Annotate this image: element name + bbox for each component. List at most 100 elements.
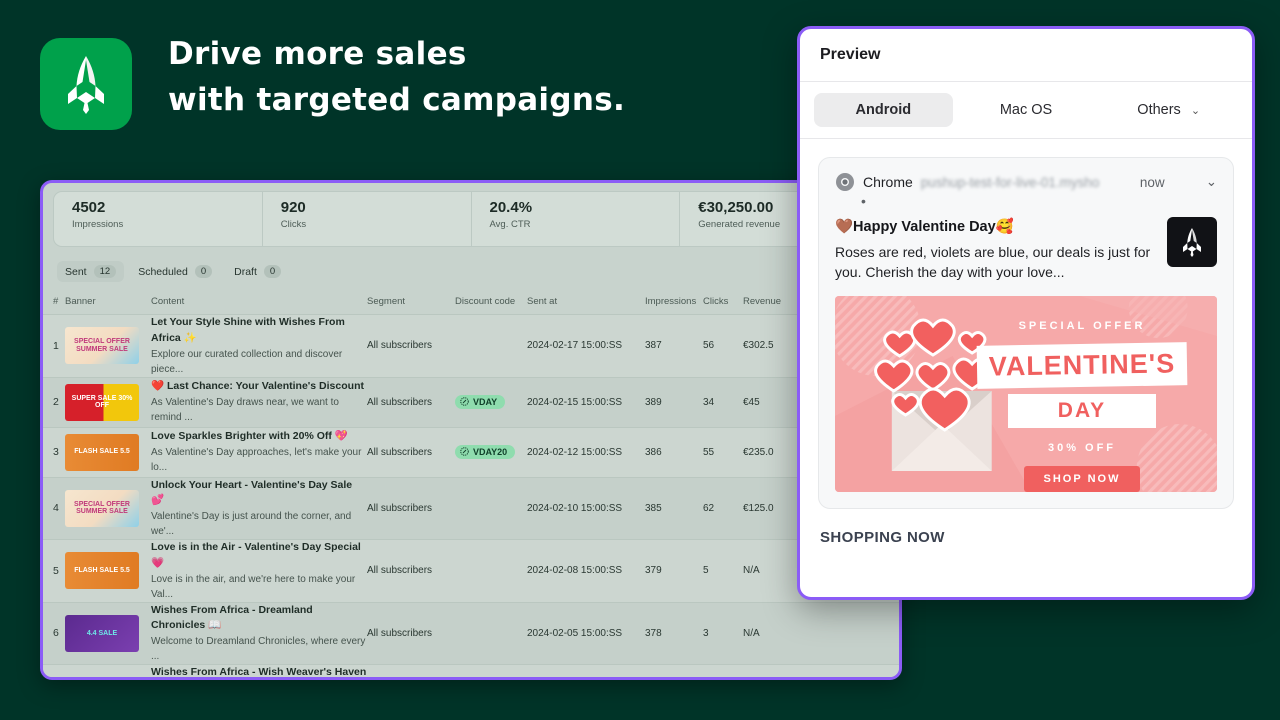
clicks-cell: 56 — [703, 314, 743, 378]
segment-cell: All subscribers — [367, 314, 455, 378]
stat-value: 920 — [280, 199, 306, 216]
chevron-down-icon[interactable]: ⌄ — [1206, 174, 1217, 190]
campaign-subtitle: As Valentine's Day approaches, let's mak… — [151, 446, 362, 473]
discount-cell — [455, 664, 527, 677]
table-row[interactable]: 6 4.4 SALE Wishes From Africa - Dreamland … — [43, 602, 899, 665]
segment-cell: All subscribers — [367, 427, 455, 478]
discount-badge: VDAY20 — [455, 444, 516, 459]
clicks-cell: 7 — [703, 664, 743, 677]
stat-avg-ctr: 20.4% Avg. CTR — [472, 192, 681, 246]
tab-others[interactable]: Others ⌄ — [1099, 93, 1238, 127]
table-row[interactable]: 74.4 SALEWishes From Africa - Wish Weave… — [43, 664, 899, 677]
chevron-down-icon: ⌄ — [1190, 105, 1201, 117]
clicks-cell: 55 — [703, 427, 743, 478]
tab-sent[interactable]: Sent 12 — [57, 261, 125, 282]
stat-clicks: 920 Clicks — [263, 192, 472, 246]
table-row[interactable]: 1 SPECIAL OFFER SUMMER SALE Let Your Style… — [43, 314, 899, 378]
impressions-cell: 386 — [645, 427, 703, 478]
notification-separator-dot: • — [861, 193, 866, 209]
impressions-cell: 385 — [645, 477, 703, 540]
banner-thumbnail: FLASH SALE 5.5 — [65, 552, 139, 590]
banner-thumbnail: SPECIAL OFFER SUMMER SALE — [65, 489, 139, 527]
table-row[interactable]: 5 FLASH SALE 5.5 Love is in the Air - Vale… — [43, 539, 899, 603]
campaign-title: Love Sparkles Brighter with 20% Off 💖 — [151, 430, 348, 443]
impressions-cell: 378 — [645, 602, 703, 665]
segment-cell: All subscribers — [367, 539, 455, 603]
discount-icon — [460, 397, 469, 406]
segment-cell: All subscribers — [367, 377, 455, 428]
campaign-subtitle: Love is in the air, and we're here to ma… — [151, 573, 356, 600]
discount-icon — [460, 447, 469, 456]
col-impressions: Impressions — [645, 290, 703, 315]
banner-day-label: DAY — [1008, 394, 1156, 429]
stat-impressions: 4502 Impressions — [54, 192, 263, 246]
banner-valentines-label: VALENTINE'S — [976, 342, 1188, 390]
tab-label: Scheduled — [138, 265, 188, 278]
notification-url: pushup-test-for-live-01.mysho... — [920, 174, 1099, 190]
revenue-cell: N/A — [743, 602, 803, 665]
stats-bar: 4502 Impressions 920 Clicks 20.4% Avg. C… — [53, 191, 889, 247]
discount-cell — [455, 314, 527, 378]
tab-count: 12 — [93, 265, 117, 278]
col-revenue: Revenue — [743, 290, 803, 315]
banner-thumbnail: FLASH SALE 5.5 — [65, 433, 139, 471]
campaign-title: Love is in the Air - Valentine's Day Spe… — [151, 541, 361, 569]
status-tabs: Sent 12 Scheduled 0 Draft 0 — [43, 247, 899, 282]
campaign-subtitle: Welcome to Dreamland Chronicles, where e… — [151, 636, 366, 662]
revenue-cell: €125.0 — [743, 477, 803, 540]
tab-label: Android — [855, 102, 912, 118]
tab-count: 0 — [263, 265, 282, 278]
impressions-cell: 374 — [645, 664, 703, 677]
banner-text-block: SPECIAL OFFER VALENTINE'S DAY 30% OFF SH… — [976, 320, 1188, 493]
row-index: 1 — [43, 314, 65, 378]
campaign-title: Wishes From Africa - Dreamland Chronicle… — [151, 603, 313, 632]
notification-body: 🤎Happy Valentine Day🥰 Roses are red, vio… — [835, 217, 1217, 282]
notification-header: Chrome pushup-test-for-live-01.mysho... … — [835, 172, 1217, 192]
campaign-banner-image: SPECIAL OFFER VALENTINE'S DAY 30% OFF SH… — [835, 296, 1217, 493]
clicks-cell: 62 — [703, 477, 743, 540]
row-index: 7 — [43, 664, 65, 677]
col-segment: Segment — [367, 290, 455, 315]
discount-code: VDAY20 — [473, 446, 508, 457]
campaign-title: ❤️ Last Chance: Your Valentine's Discoun… — [151, 380, 364, 393]
row-index: 4 — [43, 477, 65, 540]
rocket-icon — [68, 56, 104, 114]
discount-badge: VDAY — [455, 394, 506, 409]
tab-scheduled[interactable]: Scheduled 0 — [130, 261, 220, 282]
clicks-cell: 34 — [703, 377, 743, 428]
col-discount: Discount code — [455, 290, 527, 315]
tab-label: Mac OS — [999, 102, 1053, 118]
dashboard-panel: 4502 Impressions 920 Clicks 20.4% Avg. C… — [40, 180, 902, 680]
tab-mac-os[interactable]: Mac OS — [957, 93, 1096, 127]
row-index: 6 — [43, 602, 65, 665]
notification-title: 🤎Happy Valentine Day🥰 — [835, 219, 1014, 235]
row-index: 2 — [43, 377, 65, 428]
clicks-cell: 3 — [703, 602, 743, 665]
row-index: 5 — [43, 539, 65, 603]
tab-count: 0 — [194, 265, 213, 278]
table-row[interactable]: 2 SUPER SALE 30% OFF ❤️ Last Chance: Your … — [43, 377, 899, 428]
tab-draft[interactable]: Draft 0 — [226, 261, 289, 282]
row-index: 3 — [43, 427, 65, 478]
impressions-cell: 387 — [645, 314, 703, 378]
notification-description: Roses are red, violets are blue, our dea… — [835, 243, 1151, 281]
notification-time: now — [1139, 174, 1165, 190]
revenue-cell: €302.5 — [743, 314, 803, 378]
sent-at-cell: 2024-02-17 15:00:SS — [527, 314, 645, 378]
banner-offer-label: SPECIAL OFFER — [1018, 320, 1146, 333]
impressions-cell: 389 — [645, 377, 703, 428]
sent-at-cell: 2024-02-08 15:00:SS — [527, 539, 645, 603]
table-header-row: # Banner Content Segment Discount code S… — [43, 290, 899, 315]
tab-label: Others — [1137, 102, 1181, 118]
banner-discount-label: 30% OFF — [1047, 442, 1117, 455]
discount-cell — [455, 539, 527, 603]
table-row[interactable]: 3 FLASH SALE 5.5 Love Sparkles Brighter wi… — [43, 427, 899, 478]
preview-cta-button[interactable]: SHOPPING NOW — [800, 509, 1252, 546]
discount-cell — [455, 602, 527, 665]
table-row[interactable]: 4 SPECIAL OFFER SUMMER SALE Unlock Your He… — [43, 477, 899, 540]
banner-shop-now-button[interactable]: SHOP NOW — [1023, 466, 1141, 493]
revenue-cell: N/A — [743, 539, 803, 603]
campaigns-table: # Banner Content Segment Discount code S… — [43, 290, 899, 677]
sent-at-cell: 2024-02-03 15:03:SS — [527, 664, 645, 677]
tab-android[interactable]: Android — [814, 93, 953, 127]
